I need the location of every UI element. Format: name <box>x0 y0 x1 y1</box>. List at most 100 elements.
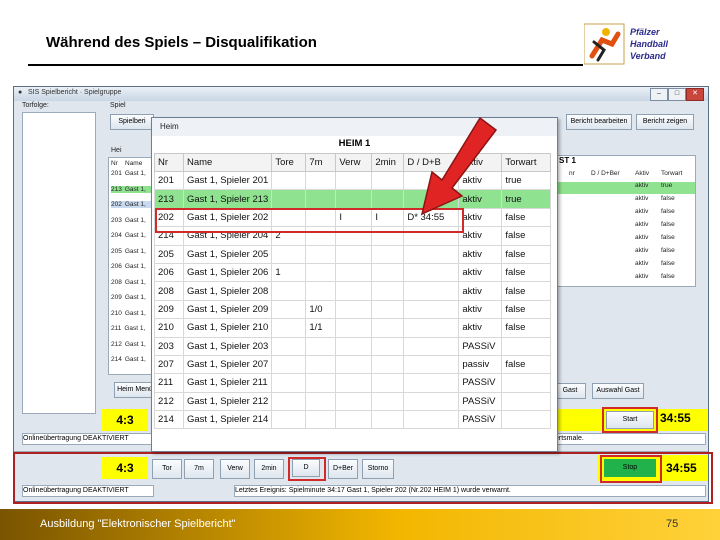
heim-menu-button[interactable]: Heim Menü <box>114 382 156 398</box>
roster-cell-min2 <box>371 189 405 209</box>
gast-list-row[interactable]: aktiv false <box>555 260 695 272</box>
time-top: 34:55 <box>660 411 691 425</box>
roster-cell-nr: 205 <box>154 244 184 264</box>
heim-list-name: Gast 1, <box>124 325 146 332</box>
gast-list-aktiv: aktiv <box>635 208 649 215</box>
torfolge-list[interactable] <box>22 112 96 414</box>
roster-row[interactable]: 207 Gast 1, Spieler 207 passiv false <box>154 354 552 375</box>
roster-cell-min2 <box>371 373 405 393</box>
roster-cell-verw <box>335 299 373 320</box>
gast-team-title: ST 1 <box>559 156 576 165</box>
roster-row[interactable]: 214 Gast 1, Spieler 214 PASSiV <box>154 410 552 430</box>
roster-row[interactable]: 209 Gast 1, Spieler 209 1/0 aktiv false <box>154 299 552 320</box>
heim-list-name: Gast 1, <box>124 294 146 301</box>
roster-cell-torwart: false <box>501 244 552 264</box>
roster-cell-min2 <box>371 299 405 320</box>
gast-col-header-2: D / D+Ber <box>591 170 620 177</box>
roster-cell-d <box>403 373 460 393</box>
roster-row[interactable]: 212 Gast 1, Spieler 212 PASSiV <box>154 391 552 412</box>
roster-cell-aktiv: aktiv <box>458 262 503 283</box>
roster-row[interactable]: 208 Gast 1, Spieler 208 aktiv false <box>154 281 552 301</box>
gast-list-row[interactable]: aktiv false <box>555 208 695 220</box>
col-2min[interactable]: 2min <box>371 153 405 172</box>
roster-cell-aktiv: aktiv <box>458 281 503 301</box>
roster-cell-tore <box>271 373 307 393</box>
roster-row[interactable]: 203 Gast 1, Spieler 203 PASSiV <box>154 336 552 356</box>
roster-cell-name: Gast 1, Spieler 207 <box>182 354 273 375</box>
roster-cell-name: Gast 1, Spieler 208 <box>182 281 273 301</box>
roster-cell-tore <box>271 318 307 338</box>
heim-list-nr: 208 <box>111 278 122 286</box>
roster-cell-min2 <box>371 262 405 283</box>
heim-list-name: Gast 1, <box>124 263 146 270</box>
minimize-button[interactable]: – <box>650 88 668 101</box>
roster-row[interactable]: 210 Gast 1, Spieler 210 1/1 aktiv false <box>154 318 552 338</box>
roster-cell-torwart: false <box>501 281 552 301</box>
gast-list-row[interactable]: aktiv false <box>555 247 695 259</box>
roster-cell-tore <box>271 244 307 264</box>
col-nr[interactable]: Nr <box>154 153 184 172</box>
roster-cell-name: Gast 1, Spieler 203 <box>182 336 273 356</box>
roster-cell-m7 <box>305 281 337 301</box>
col-7m[interactable]: 7m <box>305 153 337 172</box>
heim-list-name: Gast 1, <box>124 170 146 177</box>
roster-cell-nr: 213 <box>154 189 184 209</box>
roster-cell-tore <box>271 410 307 430</box>
roster-cell-min2 <box>371 354 405 375</box>
roster-row[interactable]: 206 Gast 1, Spieler 206 1 aktiv false <box>154 262 552 283</box>
roster-cell-aktiv: aktiv <box>458 226 503 246</box>
maximize-button[interactable]: □ <box>668 88 686 101</box>
col-verw[interactable]: Verw <box>335 153 373 172</box>
roster-cell-verw <box>335 336 373 356</box>
roster-cell-aktiv: aktiv <box>458 299 503 320</box>
roster-cell-verw <box>335 373 373 393</box>
heim-list-name: Gast 1, <box>124 232 146 239</box>
status-tail-top: ertsmale. <box>554 433 706 445</box>
roster-cell-name: Gast 1, Spieler 213 <box>182 189 273 209</box>
bericht-zeigen-button[interactable]: Bericht zeigen <box>636 114 694 130</box>
roster-cell-torwart <box>501 336 552 356</box>
roster-cell-torwart: false <box>501 262 552 283</box>
spielbericht-tab[interactable]: Spielberi <box>110 114 154 130</box>
gast-list-row[interactable]: aktiv true <box>555 182 695 194</box>
heim-list-nr: 213 <box>111 185 122 193</box>
bottom-panel-highlight <box>13 452 713 504</box>
close-button[interactable]: ✕ <box>686 88 704 101</box>
gast-col-header-1: nr <box>569 170 575 177</box>
heim-list-name: Gast 1, <box>124 278 146 286</box>
bericht-bearbeiten-button[interactable]: Bericht bearbeiten <box>566 114 632 130</box>
roster-cell-torwart: true <box>501 170 552 191</box>
roster-cell-verw <box>335 391 373 412</box>
roster-cell-tore <box>271 354 307 375</box>
popup-tab-heim[interactable]: Heim <box>160 122 179 131</box>
roster-cell-nr: 209 <box>154 299 184 320</box>
roster-row[interactable]: 211 Gast 1, Spieler 211 PASSiV <box>154 373 552 393</box>
col-name[interactable]: Name <box>182 153 273 172</box>
roster-cell-name: Gast 1, Spieler 212 <box>182 391 273 412</box>
col-torwart[interactable]: Torwart <box>501 153 552 172</box>
gast-list-row[interactable]: aktiv false <box>555 221 695 233</box>
gast-col-header-3: Aktiv <box>635 170 650 177</box>
roster-cell-verw <box>335 281 373 301</box>
roster-cell-aktiv: aktiv <box>458 318 503 338</box>
roster-cell-name: Gast 1, Spieler 205 <box>182 244 273 264</box>
roster-row[interactable]: 205 Gast 1, Spieler 205 aktiv false <box>154 244 552 264</box>
roster-cell-name: Gast 1, Spieler 214 <box>182 410 273 430</box>
auswahl-gast-button[interactable]: Auswahl Gast <box>592 383 644 399</box>
start-button[interactable]: Start <box>606 411 654 429</box>
gast-button[interactable]: Gast <box>554 383 586 399</box>
title-underline <box>28 64 583 66</box>
logo-line-1: Pfälzer <box>630 27 660 37</box>
roster-cell-torwart: false <box>501 354 552 375</box>
roster-cell-name: Gast 1, Spieler 206 <box>182 262 273 283</box>
heim-list-name: Gast 1, <box>124 216 146 224</box>
gast-player-grid[interactable]: ST 1 nr D / D+Ber Aktiv Torwart aktiv tru… <box>554 155 696 287</box>
gast-list-aktiv: aktiv <box>635 247 649 254</box>
col-tore[interactable]: Tore <box>271 153 307 172</box>
roster-cell-torwart: false <box>501 299 552 320</box>
gast-list-row[interactable]: aktiv false <box>555 234 695 246</box>
score-top: 4:3 <box>102 409 148 431</box>
gast-list-row[interactable]: aktiv false <box>555 273 695 285</box>
gast-list-torwart: false <box>661 247 675 254</box>
gast-list-row[interactable]: aktiv false <box>555 195 695 207</box>
